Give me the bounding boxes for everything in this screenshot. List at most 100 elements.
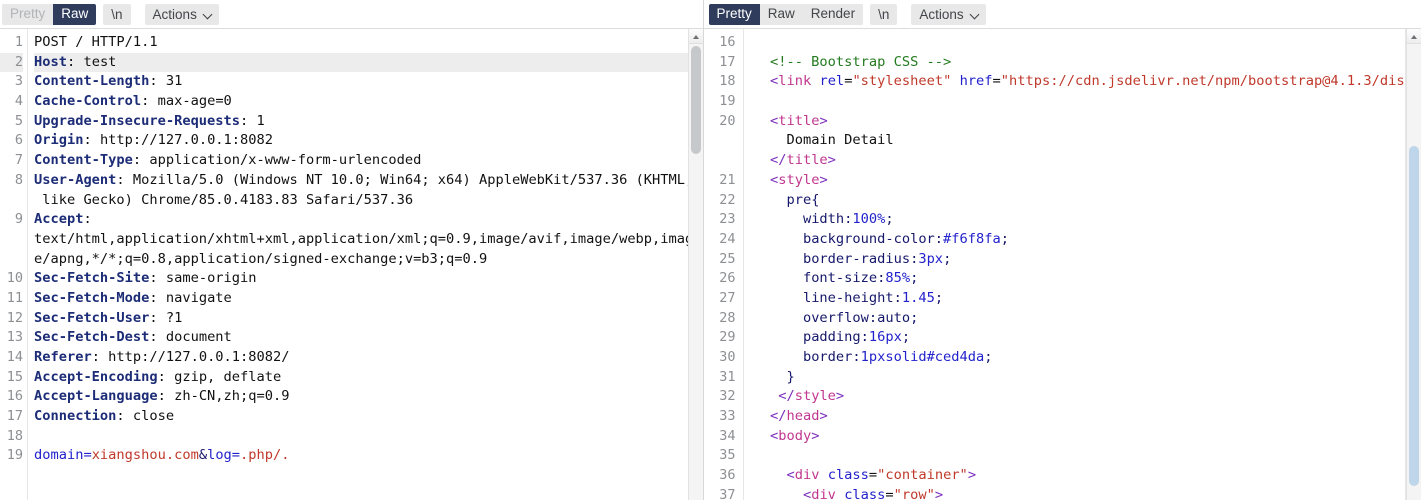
code-text: POST / HTTP/1.1 <box>34 34 158 50</box>
header-value: http://127.0.0.1:8082/ <box>99 349 290 365</box>
response-vertical-scrollbar[interactable] <box>1406 29 1421 500</box>
response-toolbar: Pretty Raw Render \n Actions <box>703 0 1421 28</box>
code-token: > <box>811 427 820 444</box>
request-newline-toggle[interactable]: \n <box>103 3 131 25</box>
code-line: Accept-Language: zh-CN,zh;q=0.9 <box>34 387 703 407</box>
code-token: 100% <box>852 211 886 228</box>
code-line: border:1pxsolid#ced4da; <box>754 348 1421 368</box>
header-name: Sec-Fetch-Dest <box>34 329 150 346</box>
line-number <box>704 131 736 151</box>
line-number: 5 <box>14 112 23 129</box>
code-token: style <box>778 171 820 188</box>
code-line: padding:16px; <box>754 328 1421 348</box>
code-token: background-color: <box>802 230 944 247</box>
code-token: title <box>786 152 828 169</box>
response-view-mode-group[interactable]: Pretty Raw Render <box>708 3 864 25</box>
code-token: } <box>786 368 795 385</box>
line-number: 11 <box>6 289 23 306</box>
request-scroll-thumb[interactable] <box>690 46 701 154</box>
response-actions-menu[interactable]: Actions <box>911 3 986 25</box>
code-token: > <box>819 408 828 425</box>
header-colon: : <box>157 388 166 405</box>
response-scroll-track[interactable] <box>1407 44 1421 500</box>
header-value: close <box>124 408 175 425</box>
code-token: style <box>794 388 836 405</box>
code-line: Content-Length: 31 <box>34 72 703 92</box>
code-token: < <box>769 112 779 129</box>
response-newline-toggle[interactable]: \n <box>870 3 898 25</box>
line-number: 21 <box>719 171 736 188</box>
code-token: "container" <box>877 467 968 484</box>
code-token: ; <box>910 270 919 287</box>
header-name: Sec-Fetch-Mode <box>34 289 150 306</box>
header-colon: : <box>149 329 158 346</box>
code-line: <!-- Bootstrap CSS --> <box>754 53 1421 73</box>
header-name: Sec-Fetch-Site <box>34 270 150 287</box>
response-tab-render[interactable]: Render <box>802 3 864 25</box>
line-number: 2 <box>0 52 23 73</box>
response-body-text[interactable]: <!-- Bootstrap CSS --> <link rel="styles… <box>744 29 1421 500</box>
response-line-numbers: 16 17 18 19 20 21 22 23 24 25 26 27 28 29 30 31 32 33 34 35… <box>703 29 744 500</box>
line-number: 25 <box>719 250 736 267</box>
request-view-mode-group[interactable]: Pretty Raw <box>2 3 97 25</box>
code-line: Sec-Fetch-Site: same-origin <box>34 269 703 289</box>
request-tab-raw[interactable]: Raw <box>53 3 97 25</box>
line-number: 15 <box>6 368 23 385</box>
code-token: href <box>959 73 993 90</box>
code-token: </ <box>778 388 795 405</box>
code-token: rel <box>819 73 845 90</box>
request-tab-pretty[interactable]: Pretty <box>2 3 54 25</box>
code-line: overflow:auto; <box>754 309 1421 329</box>
code-token: > <box>819 171 828 188</box>
code-line: </title> <box>754 151 1421 171</box>
code-line: width:100%; <box>754 210 1421 230</box>
header-name: Host <box>34 53 67 70</box>
code-token: overflow:auto; <box>802 309 919 326</box>
header-value: test <box>75 53 117 70</box>
code-token: > <box>835 388 845 405</box>
code-line: </head> <box>754 407 1421 427</box>
code-line: Upgrade-Insecure-Requests: 1 <box>34 112 703 132</box>
header-value: 31 <box>157 73 183 90</box>
code-line: <body> <box>754 427 1421 447</box>
response-tab-pretty[interactable]: Pretty <box>708 3 760 25</box>
code-line: Accept-Encoding: gzip, deflate <box>34 368 703 388</box>
header-name: Origin <box>34 132 84 149</box>
request-editor[interactable]: 1 2 3 4 5 6 7 8 9 10 11 12 13 14 15 16 17 18 19 POST / HTT… <box>0 28 703 500</box>
response-editor[interactable]: 16 17 18 19 20 21 22 23 24 25 26 27 28 29 30 31 32 33 34 35… <box>703 28 1421 500</box>
request-actions-menu[interactable]: Actions <box>144 3 219 25</box>
code-token: </ <box>769 152 787 169</box>
scroll-up-arrow-icon[interactable] <box>1407 29 1421 44</box>
code-token: < <box>802 486 812 500</box>
request-scroll-track[interactable] <box>688 44 703 500</box>
header-name: Connection <box>34 408 117 425</box>
chevron-down-icon <box>204 10 213 19</box>
header-value: gzip, deflate <box>165 368 282 385</box>
response-tab-raw[interactable]: Raw <box>759 3 803 25</box>
code-line: User-Agent: Mozilla/5.0 (Windows NT 10.0… <box>34 171 703 191</box>
line-number: 28 <box>719 309 736 326</box>
request-body-text[interactable]: POST / HTTP/1.1 Host: test Content-Length:… <box>28 29 703 500</box>
code-token: = <box>868 467 878 484</box>
line-number: 14 <box>6 349 23 365</box>
header-value: http://127.0.0.1:8082 <box>91 132 273 149</box>
code-token: class <box>827 467 869 484</box>
code-line: <div class="row"> <box>754 486 1421 500</box>
response-scroll-thumb[interactable] <box>1409 146 1419 486</box>
request-vertical-scrollbar[interactable] <box>687 29 703 500</box>
code-token: ; <box>943 250 952 267</box>
code-token: ; <box>984 349 993 365</box>
line-number: 36 <box>719 467 736 484</box>
line-number: 13 <box>6 329 23 346</box>
line-number: 24 <box>719 230 736 247</box>
code-line: Sec-Fetch-Mode: navigate <box>34 289 703 309</box>
scroll-up-arrow-icon[interactable] <box>688 29 703 44</box>
line-number: 32 <box>719 388 736 405</box>
header-value: ?1 <box>157 309 183 326</box>
